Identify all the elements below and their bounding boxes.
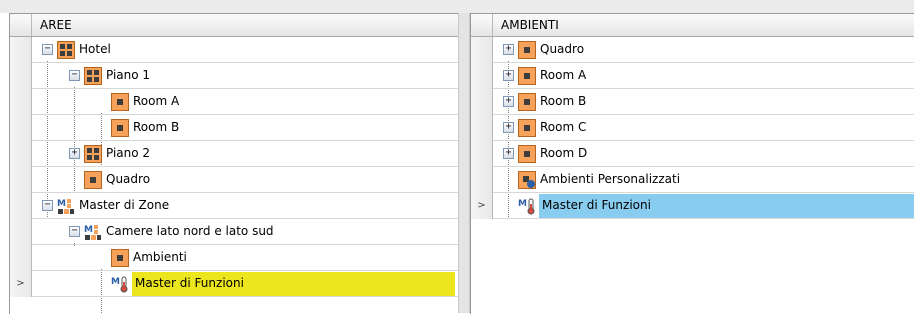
svg-text:M: M bbox=[84, 225, 93, 235]
select-all-corner[interactable] bbox=[471, 14, 493, 36]
tree-row-hotel[interactable]: − Hotel bbox=[10, 37, 459, 63]
collapse-toggle[interactable]: − bbox=[42, 44, 53, 55]
tree-label: Master di Funzioni bbox=[135, 276, 244, 290]
tree-row-quadro[interactable]: + Quadro bbox=[471, 37, 914, 63]
row-header[interactable] bbox=[10, 219, 32, 245]
select-all-corner[interactable] bbox=[10, 14, 32, 36]
expand-toggle[interactable]: + bbox=[503, 96, 514, 107]
collapse-toggle[interactable]: − bbox=[42, 200, 53, 211]
row-header[interactable] bbox=[471, 141, 493, 167]
tree-row-camere[interactable]: − M Camere lato nord e lato sud bbox=[10, 219, 459, 245]
tree-row-master-di-funzioni[interactable]: > M Master di Funzioni bbox=[471, 193, 914, 219]
tree-row-quadro[interactable]: Quadro bbox=[10, 167, 459, 193]
current-row-indicator[interactable]: > bbox=[10, 271, 32, 297]
ambienti-column-header[interactable]: AMBIENTI bbox=[471, 14, 914, 37]
tree-row-master-di-funzioni[interactable]: > M Master di Funzioni bbox=[10, 271, 459, 297]
tree-label: Room A bbox=[133, 94, 180, 108]
tree-row-room-a[interactable]: + Room A bbox=[471, 63, 914, 89]
row-header[interactable] bbox=[10, 141, 32, 167]
tree-row-ambienti[interactable]: Ambienti bbox=[10, 245, 459, 271]
tree-label: Quadro bbox=[106, 172, 151, 186]
room-icon bbox=[518, 41, 536, 59]
svg-text:M: M bbox=[518, 199, 527, 209]
collapse-toggle[interactable]: − bbox=[69, 70, 80, 81]
tree-label: Camere lato nord e lato sud bbox=[106, 224, 274, 238]
row-header[interactable] bbox=[471, 167, 493, 193]
current-row-indicator[interactable]: > bbox=[471, 193, 493, 219]
tree-row-room-d[interactable]: + Room D bbox=[471, 141, 914, 167]
area-grid-icon bbox=[84, 145, 102, 163]
tree-label: Room B bbox=[540, 94, 587, 108]
tree-row-ambienti-personalizzati[interactable]: Ambienti Personalizzati bbox=[471, 167, 914, 193]
room-icon bbox=[111, 249, 129, 267]
row-header[interactable] bbox=[10, 89, 32, 115]
expand-toggle[interactable]: + bbox=[503, 122, 514, 133]
master-function-icon: M bbox=[518, 198, 535, 215]
tree-label: Hotel bbox=[79, 42, 111, 56]
master-zone-icon: M bbox=[57, 199, 74, 214]
tree-label: Master di Zone bbox=[79, 198, 170, 212]
row-header[interactable] bbox=[10, 115, 32, 141]
tree-row-room-b[interactable]: Room B bbox=[10, 115, 459, 141]
tree-label: Ambienti Personalizzati bbox=[540, 172, 681, 186]
room-icon bbox=[518, 67, 536, 85]
tree-row-master-di-zone[interactable]: − M Master di Zone bbox=[10, 193, 459, 219]
aree-tree-panel[interactable]: AREE − Hotel − Piano 1 Room A Room B + P… bbox=[9, 13, 459, 314]
row-header[interactable] bbox=[10, 37, 32, 63]
row-header[interactable] bbox=[10, 245, 32, 271]
area-grid-icon bbox=[84, 67, 102, 85]
room-icon bbox=[111, 93, 129, 111]
svg-text:M: M bbox=[111, 277, 120, 287]
top-strip bbox=[0, 0, 914, 13]
expand-toggle[interactable]: + bbox=[69, 148, 80, 159]
tree-label: Room D bbox=[540, 146, 588, 160]
area-grid-icon bbox=[57, 41, 75, 59]
room-icon bbox=[84, 171, 102, 189]
custom-room-icon bbox=[518, 171, 536, 189]
expand-toggle[interactable]: + bbox=[503, 148, 514, 159]
tree-label: Room C bbox=[540, 120, 587, 134]
tree-row-piano-2[interactable]: + Piano 2 bbox=[10, 141, 459, 167]
master-function-icon: M bbox=[111, 276, 128, 293]
room-icon bbox=[111, 119, 129, 137]
collapse-toggle[interactable]: − bbox=[69, 226, 80, 237]
row-header[interactable] bbox=[471, 89, 493, 115]
tree-label: Room A bbox=[540, 68, 587, 82]
expand-toggle[interactable]: + bbox=[503, 70, 514, 81]
row-header[interactable] bbox=[10, 167, 32, 193]
room-icon bbox=[518, 119, 536, 137]
row-header[interactable] bbox=[10, 63, 32, 89]
tree-label: Piano 2 bbox=[106, 146, 151, 160]
aree-column-header[interactable]: AREE bbox=[10, 14, 459, 37]
master-zone-icon: M bbox=[84, 225, 101, 240]
ambienti-header-label: AMBIENTI bbox=[501, 18, 559, 32]
svg-text:M: M bbox=[57, 199, 66, 209]
tree-row-piano-1[interactable]: − Piano 1 bbox=[10, 63, 459, 89]
expand-toggle[interactable]: + bbox=[503, 44, 514, 55]
tree-label: Master di Funzioni bbox=[542, 198, 651, 212]
room-icon bbox=[518, 93, 536, 111]
tree-label: Quadro bbox=[540, 42, 585, 56]
row-header[interactable] bbox=[471, 37, 493, 63]
tree-row-room-a[interactable]: Room A bbox=[10, 89, 459, 115]
tree-row-room-b[interactable]: + Room B bbox=[471, 89, 914, 115]
tree-label: Ambienti bbox=[133, 250, 187, 264]
room-icon bbox=[518, 145, 536, 163]
aree-header-label: AREE bbox=[40, 18, 72, 32]
pane-splitter[interactable] bbox=[458, 13, 470, 313]
ambienti-tree-panel[interactable]: AMBIENTI + Quadro + Room A + Room B + Ro… bbox=[470, 13, 914, 314]
row-header[interactable] bbox=[10, 193, 32, 219]
tree-row-room-c[interactable]: + Room C bbox=[471, 115, 914, 141]
row-header[interactable] bbox=[471, 63, 493, 89]
tree-label: Piano 1 bbox=[106, 68, 151, 82]
row-header[interactable] bbox=[471, 115, 493, 141]
tree-label: Room B bbox=[133, 120, 180, 134]
